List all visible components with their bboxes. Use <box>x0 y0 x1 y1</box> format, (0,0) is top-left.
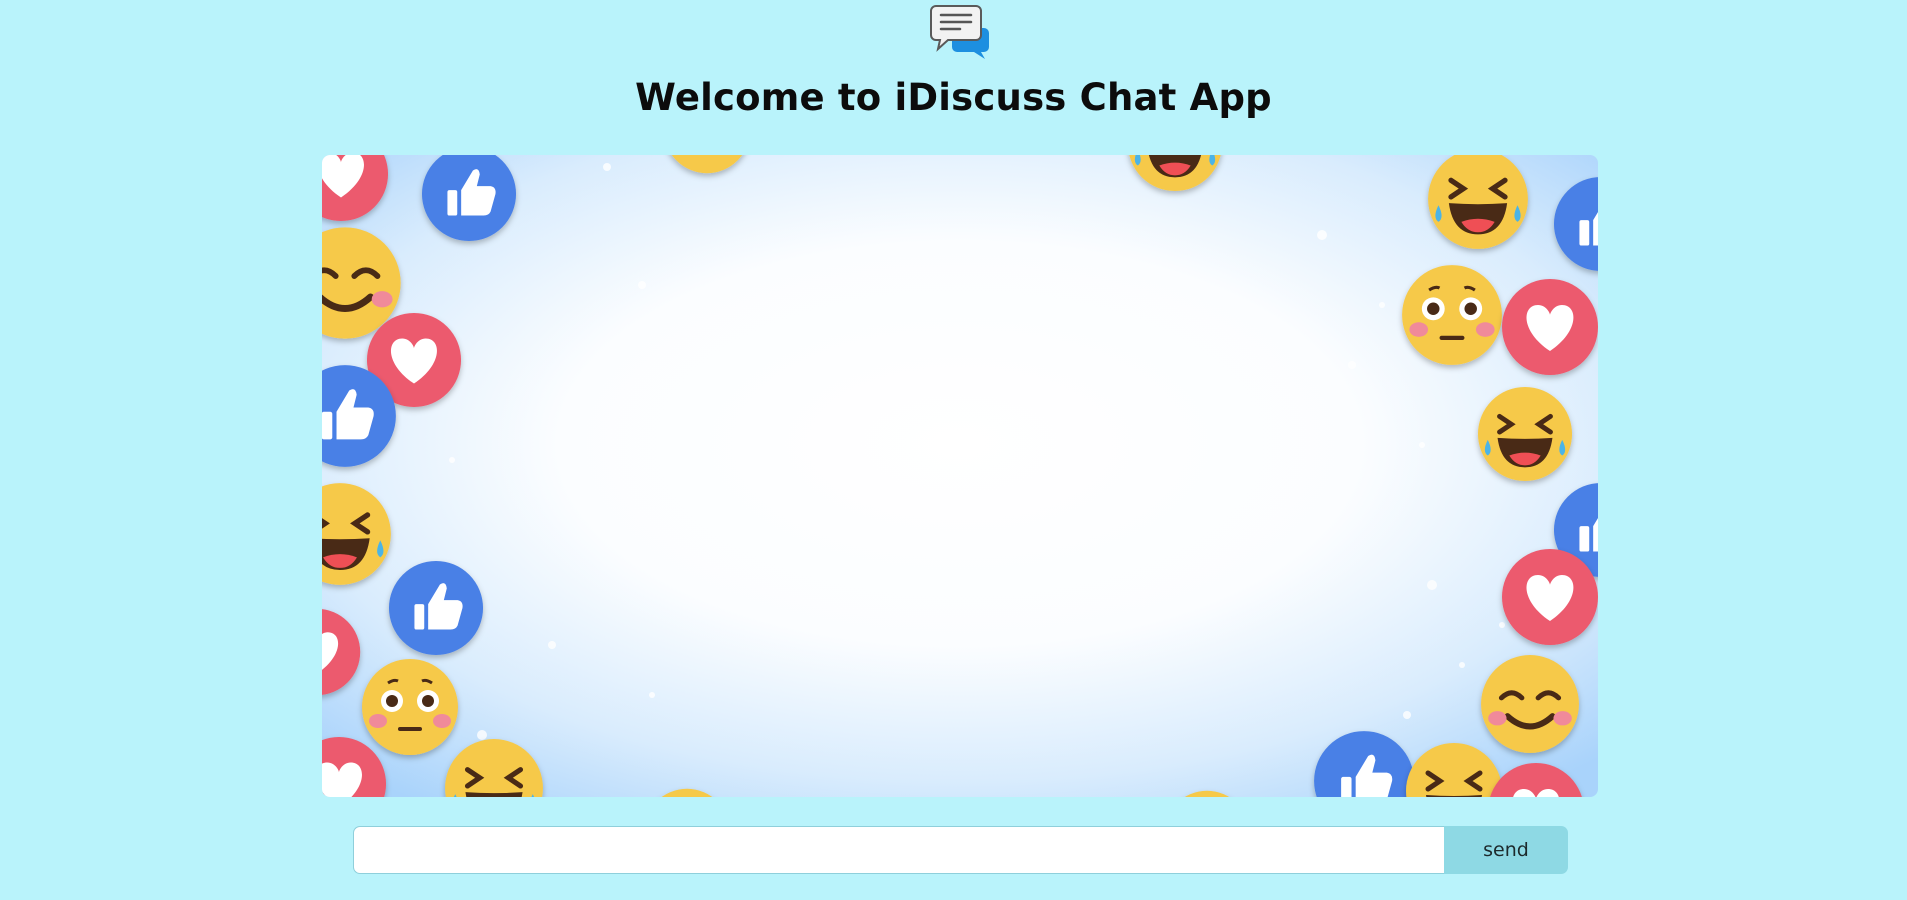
chat-messages-container[interactable] <box>322 155 1598 797</box>
send-button[interactable]: send <box>1444 826 1568 874</box>
emoji-background <box>322 155 1598 797</box>
message-composer: send <box>353 826 1568 874</box>
message-input[interactable] <box>353 826 1444 874</box>
chat-bubbles-icon <box>930 2 990 60</box>
page-title: Welcome to iDiscuss Chat App <box>635 76 1272 119</box>
chat-app-page: Welcome to iDiscuss Chat App send <box>0 0 1907 900</box>
